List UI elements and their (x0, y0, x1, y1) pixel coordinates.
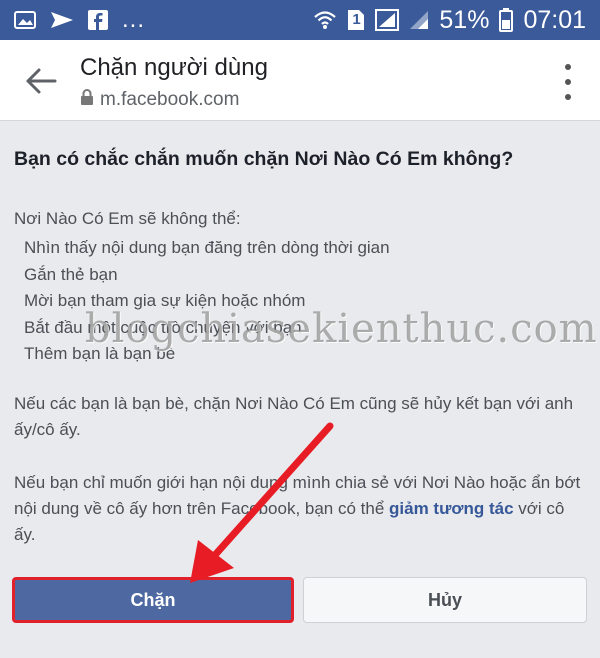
battery-percent: 51% (439, 6, 490, 34)
status-bar: ... 1 51% 07:01 (0, 0, 600, 40)
status-overflow: ... (122, 6, 146, 33)
signal-icon (375, 9, 400, 31)
url-bar[interactable]: m.facebook.com (80, 88, 239, 111)
block-button[interactable]: Chặn (12, 577, 294, 623)
battery-icon (499, 8, 514, 32)
signal-weak-icon (409, 10, 429, 30)
sim-icon: 1 (347, 9, 365, 31)
restriction-intro: Nơi Nào Có Em sẽ không thể: (14, 209, 241, 228)
lock-icon (80, 88, 94, 111)
list-item: Bắt đầu một cuộc trò chuyện với bạn (24, 317, 302, 337)
list-item: Gắn thẻ bạn (24, 264, 118, 284)
browser-header: Chặn người dùng m.facebook.com (0, 40, 600, 121)
list-item: Mời bạn tham gia sự kiện hoặc nhóm (24, 291, 306, 310)
reduce-interaction-link[interactable]: giảm tương tác (389, 499, 514, 518)
page-title: Chặn người dùng (80, 54, 268, 81)
list-item: Thêm bạn là bạn bè (24, 344, 176, 363)
image-icon (14, 10, 36, 30)
limit-suggestion: Nếu bạn chỉ muốn giới hạn nội dung mình … (14, 470, 586, 548)
restriction-list: Nhìn thấy nội dung bạn đăng trên dòng th… (24, 235, 390, 368)
wifi-icon (313, 10, 337, 30)
url-text: m.facebook.com (100, 88, 240, 110)
confirm-question: Bạn có chắc chắn muốn chặn Nơi Nào Có Em… (14, 148, 514, 170)
unfriend-notice: Nếu các bạn là bạn bè, chặn Nơi Nào Có E… (14, 394, 574, 439)
send-icon (50, 10, 74, 30)
list-item: Nhìn thấy nội dung bạn đăng trên dòng th… (24, 238, 390, 257)
cancel-button[interactable]: Hủy (303, 577, 587, 623)
sim-badge: 1 (352, 11, 361, 28)
status-time: 07:01 (523, 6, 586, 34)
back-arrow-icon[interactable] (22, 62, 60, 100)
more-menu-icon[interactable] (562, 64, 574, 100)
facebook-icon (88, 10, 108, 30)
